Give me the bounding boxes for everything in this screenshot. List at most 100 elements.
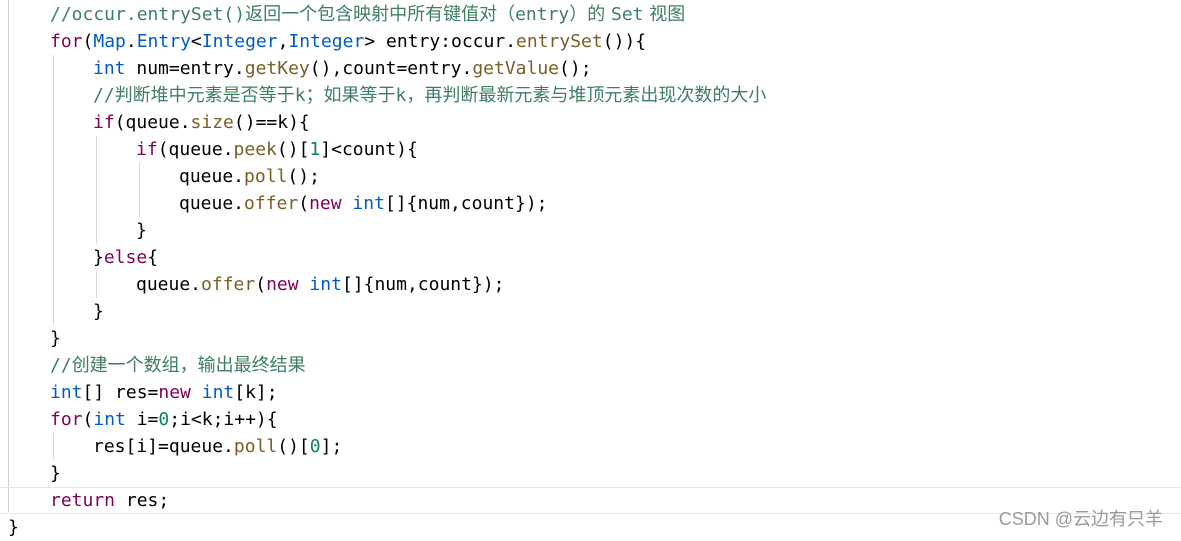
code-token: } (50, 463, 61, 484)
code-token: [k]; (234, 382, 278, 403)
code-token: 1 (309, 139, 321, 160)
else-offer-line[interactable]: queue.offer(new int[]{num,count}); (0, 271, 505, 298)
code-token: poll (233, 436, 278, 457)
code-token: new (309, 193, 342, 214)
close-method-line[interactable]: } (0, 514, 19, 541)
code-token: res[i]=queue. (93, 436, 234, 457)
code-token: { (147, 247, 159, 268)
code-token: else (103, 247, 148, 268)
code-token: (),count=entry. (309, 58, 473, 79)
code-token: new (158, 382, 191, 403)
code-token: 0 (309, 436, 321, 457)
for-i-line[interactable]: for(int i=0;i<k;i++){ (0, 406, 278, 433)
code-token: int (352, 193, 385, 214)
code-token: ]; (320, 436, 343, 457)
comment-entryset-line[interactable]: //occur.entrySet()返回一个包含映射中所有键值对（entry）的… (0, 1, 685, 28)
code-editor[interactable]: //occur.entrySet()返回一个包含映射中所有键值对（entry）的… (0, 0, 1181, 539)
code-token: 判断堆中元素是否等于 (114, 85, 295, 106)
code-token: 视图 (643, 4, 686, 25)
code-token: ()==k){ (233, 112, 310, 133)
close-for-line[interactable]: } (0, 325, 61, 352)
code-token: > entry:occur. (364, 31, 517, 52)
code-token: getKey (244, 58, 310, 79)
code-token: size (190, 112, 234, 133)
code-token: (); (559, 58, 592, 79)
code-token: []{num,count}); (384, 193, 548, 214)
code-token: queue. (179, 193, 245, 214)
res-assign-line[interactable]: res[i]=queue.poll()[0]; (0, 433, 342, 460)
code-token: new (266, 274, 299, 295)
code-token: queue. (136, 274, 202, 295)
code-token: offer (244, 193, 299, 214)
code-token: int (93, 58, 126, 79)
code-token: if (136, 139, 158, 160)
code-token: if (93, 112, 115, 133)
code-token: i= (125, 409, 159, 430)
code-token: } (8, 517, 19, 538)
code-token: int (309, 274, 342, 295)
close-for-i-line[interactable]: } (0, 460, 61, 487)
code-token: 创建一个数组，输出最终结果 (71, 355, 306, 376)
code-token: } (50, 328, 61, 349)
if-size-line[interactable]: if(queue.size()==k){ (0, 109, 310, 136)
if-peek-line[interactable]: if(queue.peek()[1]<count){ (0, 136, 418, 163)
code-token: ，再判断最新元素与堆顶元素出现次数的大小 (406, 85, 767, 106)
code-token: Map (93, 31, 126, 52)
code-token: } (93, 247, 104, 268)
code-token: peek (233, 139, 277, 160)
for-entry-line[interactable]: for(Map.Entry<Integer,Integer> entry:occ… (0, 28, 646, 55)
code-token: k (294, 85, 306, 106)
code-token: [] res= (82, 382, 159, 403)
queue-offer-line[interactable]: queue.offer(new int[]{num,count}); (0, 190, 548, 217)
code-token: } (93, 301, 104, 322)
code-token: entrySet (516, 31, 603, 52)
else-line[interactable]: }else{ (0, 244, 158, 271)
code-token: Entry (136, 31, 191, 52)
code-token: entry (515, 4, 570, 25)
code-token: k (395, 85, 407, 106)
code-token: 0 (158, 409, 170, 430)
code-token: (); (287, 166, 320, 187)
code-token: for (50, 409, 83, 430)
comment-create-array-line[interactable]: //创建一个数组，输出最终结果 (0, 352, 306, 379)
code-token: Integer (201, 31, 278, 52)
close-else-line[interactable]: } (0, 298, 104, 325)
code-token: , (277, 31, 289, 52)
watermark: CSDN @云边有只羊 (998, 509, 1163, 529)
code-token: //occur.entrySet() (50, 4, 246, 25)
code-token: < (190, 31, 202, 52)
code-token: ()){ (602, 31, 647, 52)
code-token: (queue. (114, 112, 191, 133)
int-num-count-line[interactable]: int num=entry.getKey(),count=entry.getVa… (0, 55, 592, 82)
queue-poll-line[interactable]: queue.poll(); (0, 163, 320, 190)
int-array-res-line[interactable]: int[] res=new int[k]; (0, 379, 278, 406)
code-token: (queue. (157, 139, 234, 160)
code-token: ( (82, 31, 94, 52)
code-token: num=entry. (125, 58, 245, 79)
close-if-peek-line[interactable]: } (0, 217, 147, 244)
code-token: } (136, 220, 147, 241)
code-token: queue. (179, 166, 245, 187)
code-token: ()[ (276, 139, 310, 160)
code-token: 返回一个包含映射中所有键值对（ (245, 4, 516, 25)
code-token: return (50, 490, 116, 511)
comment-heap-check-line[interactable]: //判断堆中元素是否等于k；如果等于k，再判断最新元素与堆顶元素出现次数的大小 (0, 82, 766, 109)
code-token: poll (244, 166, 288, 187)
code-token: offer (201, 274, 256, 295)
code-token: ；如果等于 (305, 85, 396, 106)
code-token: Set (611, 4, 644, 25)
code-token: ()[ (277, 436, 310, 457)
code-token: ）的 (569, 4, 611, 25)
code-token: int (93, 409, 126, 430)
code-token: []{num,count}); (341, 274, 505, 295)
code-token: ( (255, 274, 267, 295)
code-token: ( (82, 409, 94, 430)
code-token: ]<count){ (320, 139, 418, 160)
code-token: Integer (288, 31, 365, 52)
code-token: ;i<k;i++){ (169, 409, 278, 430)
code-token: int (50, 382, 83, 403)
code-token: int (201, 382, 235, 403)
